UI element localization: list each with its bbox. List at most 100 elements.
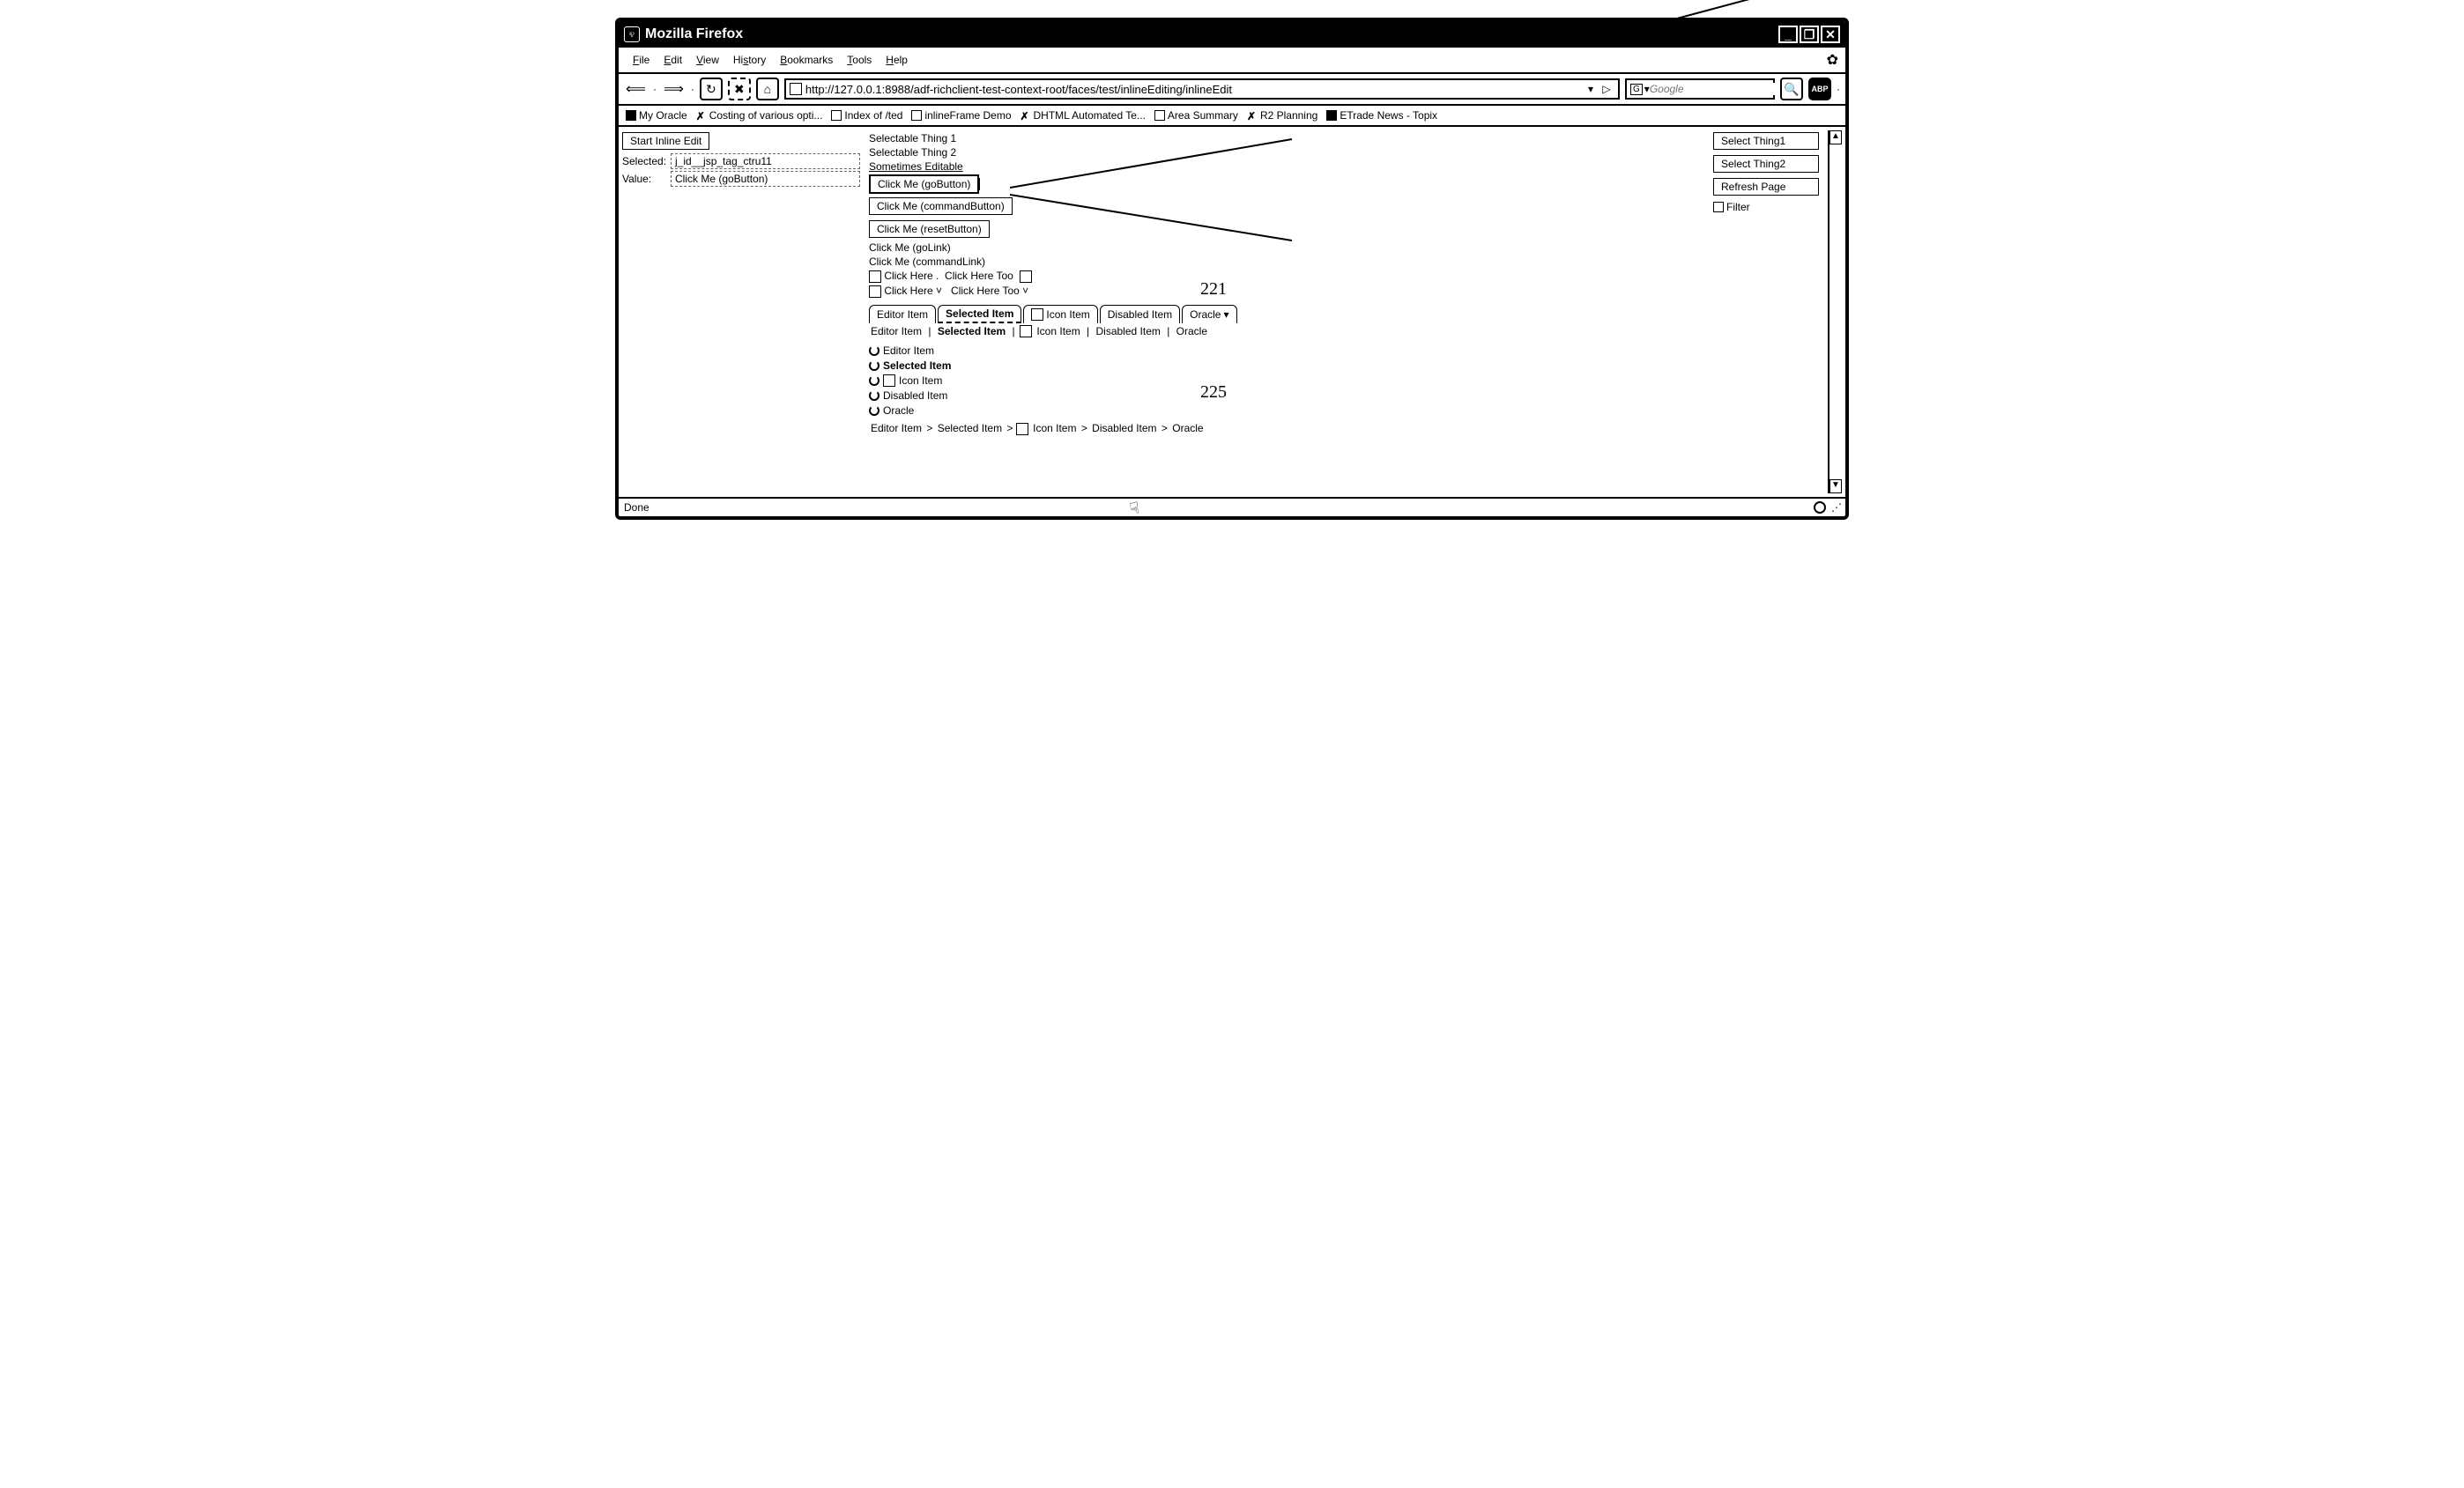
spinner-icon (869, 375, 879, 386)
go-button[interactable]: ▷ (1599, 83, 1614, 95)
status-text: Done (624, 501, 1808, 514)
subtab-icon-item[interactable]: Icon Item (1035, 325, 1081, 337)
menu-bookmarks[interactable]: Bookmarks (773, 52, 840, 68)
search-box[interactable]: G ▾ (1625, 78, 1775, 100)
url-dropdown[interactable]: ▾ (1583, 83, 1599, 95)
command-button[interactable]: Click Me (commandButton) (869, 197, 1013, 215)
scroll-down[interactable]: ▼ (1829, 479, 1842, 493)
stop-button[interactable]: ✖ (728, 78, 751, 100)
filter-checkbox[interactable] (1713, 202, 1724, 212)
bookmark-my-oracle[interactable]: My Oracle (626, 109, 687, 122)
page-icon (790, 83, 802, 95)
menu-tools[interactable]: Tools (840, 52, 879, 68)
selected-value: j_id__jsp_tag_ctru11 (671, 153, 860, 169)
spinner-icon (869, 405, 879, 416)
toolbar-icon-2 (1020, 270, 1032, 283)
go-link[interactable]: Click Me (goLink) (869, 241, 1704, 254)
crumb-editor[interactable]: Editor Item (869, 422, 924, 434)
address-bar[interactable]: ▾ ▷ (784, 78, 1620, 100)
scroll-up[interactable]: ▲ (1829, 130, 1842, 144)
selectable-thing-2[interactable]: Selectable Thing 2 (869, 146, 1704, 159)
command-link[interactable]: Click Me (commandLink) (869, 255, 1704, 268)
subtab-oracle[interactable]: Oracle (1175, 325, 1209, 337)
menu-file[interactable]: File (626, 52, 657, 68)
callout-221: 221 (1200, 279, 1227, 300)
select-thing1-button[interactable]: Select Thing1 (1713, 132, 1819, 150)
crumb-disabled: Disabled Item (1090, 422, 1158, 434)
tab-selected-item[interactable]: Selected Item (938, 305, 1021, 323)
search-zoom-button[interactable]: 🔍 (1780, 78, 1803, 100)
search-input[interactable] (1650, 83, 1788, 95)
breadcrumb: Editor Item > Selected Item > Icon Item … (869, 422, 1704, 435)
value-row: Value: Click Me (goButton) (622, 171, 860, 187)
subtab-selected[interactable]: Selected Item (936, 325, 1007, 337)
nav-toolbar: ⟸ · ⟹ · ↻ ✖ ⌂ ▾ ▷ G ▾ 🔍 ABP · (619, 74, 1845, 106)
selectable-thing-1[interactable]: Selectable Thing 1 (869, 132, 1704, 144)
back-dropdown[interactable]: · (653, 83, 657, 95)
abp-icon[interactable]: ABP (1808, 78, 1831, 100)
reload-button[interactable]: ↻ (700, 78, 723, 100)
bookmark-inlineframe[interactable]: inlineFrame Demo (911, 109, 1011, 122)
tab-oracle[interactable]: Oracle ▾ (1182, 305, 1236, 323)
click-here-1[interactable]: Click Here (884, 270, 932, 282)
bookmark-dhtml[interactable]: ✗DHTML Automated Te... (1020, 109, 1146, 122)
bookmark-area[interactable]: Area Summary (1154, 109, 1238, 122)
bookmark-etrade[interactable]: ETrade News - Topix (1326, 109, 1437, 122)
start-inline-edit-button[interactable]: Start Inline Edit (622, 132, 709, 150)
click-here-2[interactable]: Click Here (884, 285, 932, 297)
left-panel: Start Inline Edit Selected: j_id__jsp_ta… (622, 130, 860, 493)
abp-dropdown[interactable]: · (1837, 83, 1840, 95)
menu-help[interactable]: Help (879, 52, 915, 68)
url-input[interactable] (805, 83, 1583, 96)
right-panel: Select Thing1 Select Thing2 Refresh Page… (1713, 130, 1819, 493)
go-button-edit[interactable]: Click Me (goButton) (869, 174, 979, 194)
tab-row: Editor Item Selected Item Icon Item Disa… (869, 305, 1704, 323)
bookmark-costing[interactable]: ✗Costing of various opti... (696, 109, 823, 122)
forward-dropdown[interactable]: · (691, 83, 694, 95)
home-button[interactable]: ⌂ (756, 78, 779, 100)
statusbar: Done ⋰ (619, 497, 1845, 516)
bookmark-index[interactable]: Index of /ted (831, 109, 902, 122)
list-icon (883, 374, 895, 387)
tab-icon-item[interactable]: Icon Item (1023, 305, 1097, 323)
crumb-selected[interactable]: Selected Item (936, 422, 1004, 434)
menu-history[interactable]: History (726, 52, 773, 68)
list-oracle[interactable]: Oracle (869, 404, 1704, 417)
vertical-scrollbar[interactable]: ▲ ▼ (1828, 130, 1842, 493)
list-selected-item[interactable]: Selected Item (869, 359, 1704, 372)
menu-view[interactable]: View (689, 52, 726, 68)
close-button[interactable]: ✕ (1821, 26, 1840, 43)
click-here-too-1[interactable]: Click Here Too (945, 270, 1013, 282)
firefox-icon: ೪ (624, 26, 640, 42)
list-icon-item[interactable]: Icon Item (869, 374, 1704, 387)
maximize-button[interactable]: ❐ (1800, 26, 1819, 43)
selected-label: Selected: (622, 155, 671, 167)
subtab-editor[interactable]: Editor Item (869, 325, 924, 337)
crumb-oracle[interactable]: Oracle (1170, 422, 1205, 434)
bookmark-r2[interactable]: ✗R2 Planning (1247, 109, 1317, 122)
list-editor-item[interactable]: Editor Item (869, 344, 1704, 357)
page-content: Start Inline Edit Selected: j_id__jsp_ta… (619, 127, 1845, 497)
forward-button[interactable]: ⟹ (662, 80, 686, 98)
spinner-icon (869, 390, 879, 401)
select-thing2-button[interactable]: Select Thing2 (1713, 155, 1819, 173)
refresh-page-button[interactable]: Refresh Page (1713, 178, 1819, 196)
value-label: Value: (622, 173, 671, 185)
back-button[interactable]: ⟸ (624, 80, 648, 98)
crumb-icon-item[interactable]: Icon Item (1031, 422, 1078, 434)
tab-editor-item[interactable]: Editor Item (869, 305, 936, 323)
reset-button[interactable]: Click Me (resetButton) (869, 220, 990, 238)
menu-edit[interactable]: Edit (657, 52, 689, 68)
resize-grip[interactable]: ⋰ (1831, 501, 1840, 514)
spinner-icon (869, 360, 879, 371)
click-here-too-2[interactable]: Click Here Too (951, 285, 1020, 297)
scroll-track[interactable] (1829, 144, 1842, 479)
filter-row[interactable]: Filter (1713, 201, 1819, 213)
value-value[interactable]: Click Me (goButton) (671, 171, 860, 187)
crumb-icon (1016, 423, 1028, 435)
search-engine-icon[interactable]: G (1630, 84, 1643, 95)
subtab-disabled: Disabled Item (1095, 325, 1162, 337)
sometimes-editable[interactable]: Sometimes Editable (869, 160, 1704, 173)
browser-window: ೪ Mozilla Firefox _ ❐ ✕ File Edit View H… (615, 18, 1849, 520)
selected-row: Selected: j_id__jsp_tag_ctru11 (622, 153, 860, 169)
